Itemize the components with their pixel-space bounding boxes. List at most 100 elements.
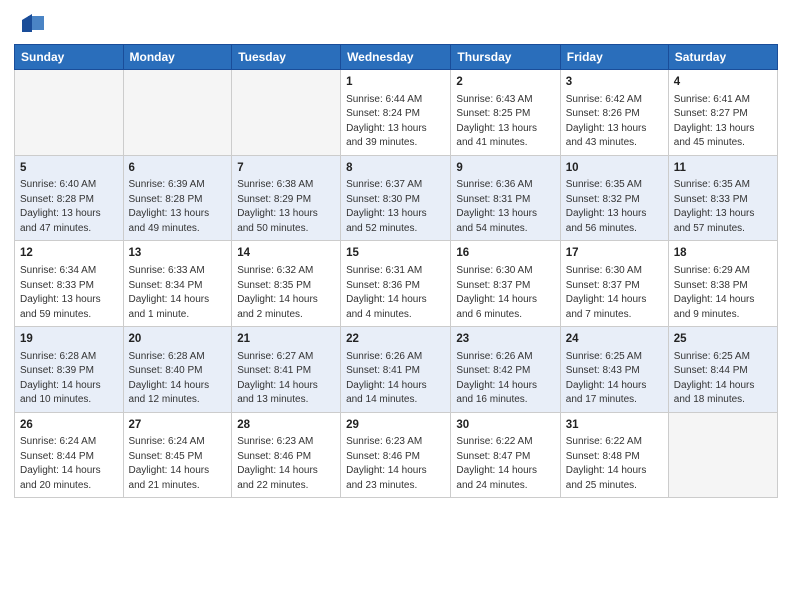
calendar-cell: 8Sunrise: 6:37 AMSunset: 8:30 PMDaylight…	[341, 155, 451, 241]
weekday-header-friday: Friday	[560, 45, 668, 70]
day-number: 1	[346, 74, 445, 91]
calendar-cell: 12 Sunrise: 6:34 AMSunset: 8:33 PMDayligh…	[15, 241, 124, 327]
day-info: Sunrise: 6:24 AMSunset: 8:45 PMDaylight:…	[129, 435, 227, 493]
calendar-cell	[123, 70, 232, 156]
calendar-cell: 6Sunrise: 6:39 AMSunset: 8:28 PMDaylight…	[123, 155, 232, 241]
calendar-header: SundayMondayTuesdayWednesdayThursdayFrid…	[15, 45, 778, 70]
day-number: 11	[674, 160, 772, 177]
day-info: Sunrise: 6:23 AMSunset: 8:46 PMDaylight:…	[237, 435, 335, 493]
day-info: Sunrise: 6:41 AMSunset: 8:27 PMDaylight:…	[674, 93, 772, 151]
day-number: 8	[346, 160, 445, 177]
calendar-cell: 9Sunrise: 6:36 AMSunset: 8:31 PMDaylight…	[451, 155, 560, 241]
day-number: 29	[346, 417, 445, 434]
weekday-header-saturday: Saturday	[668, 45, 777, 70]
day-info: Sunrise: 6:24 AMSunset: 8:44 PMDaylight:…	[20, 435, 118, 493]
calendar-cell: 29Sunrise: 6:23 AMSunset: 8:46 PMDayligh…	[341, 412, 451, 498]
calendar-cell: 22 Sunrise: 6:26 AMSunset: 8:41 PMDayligh…	[341, 327, 451, 413]
day-info: Sunrise: 6:30 AMSunset: 8:37 PMDaylight:…	[566, 264, 663, 322]
day-number: 9	[456, 160, 554, 177]
calendar-cell: 30Sunrise: 6:22 AMSunset: 8:47 PMDayligh…	[451, 412, 560, 498]
day-info: Sunrise: 6:39 AMSunset: 8:28 PMDaylight:…	[129, 178, 227, 236]
calendar-week-2: 5Sunrise: 6:40 AMSunset: 8:28 PMDaylight…	[15, 155, 778, 241]
calendar-cell: 15Sunrise: 6:31 AMSunset: 8:36 PMDayligh…	[341, 241, 451, 327]
calendar-cell: 24Sunrise: 6:25 AMSunset: 8:43 PMDayligh…	[560, 327, 668, 413]
day-number: 28	[237, 417, 335, 434]
calendar-cell: 2Sunrise: 6:43 AMSunset: 8:25 PMDaylight…	[451, 70, 560, 156]
day-number: 15	[346, 245, 445, 262]
day-number: 17	[566, 245, 663, 262]
calendar-cell: 10Sunrise: 6:35 AMSunset: 8:32 PMDayligh…	[560, 155, 668, 241]
day-number: 14	[237, 245, 335, 262]
weekday-header-monday: Monday	[123, 45, 232, 70]
day-number: 10	[566, 160, 663, 177]
weekday-header-thursday: Thursday	[451, 45, 560, 70]
day-info: Sunrise: 6:28 AMSunset: 8:39 PMDaylight:…	[20, 350, 118, 408]
calendar-cell: 18Sunrise: 6:29 AMSunset: 8:38 PMDayligh…	[668, 241, 777, 327]
day-info: Sunrise: 6:22 AMSunset: 8:48 PMDaylight:…	[566, 435, 663, 493]
logo-icon	[18, 10, 46, 38]
day-info: Sunrise: 6:36 AMSunset: 8:31 PMDaylight:…	[456, 178, 554, 236]
day-info: Sunrise: 6:32 AMSunset: 8:35 PMDaylight:…	[237, 264, 335, 322]
day-number: 4	[674, 74, 772, 91]
calendar-cell: 4 Sunrise: 6:41 AMSunset: 8:27 PMDaylight…	[668, 70, 777, 156]
day-info: Sunrise: 6:23 AMSunset: 8:46 PMDaylight:…	[346, 435, 445, 493]
calendar-cell: 3 Sunrise: 6:42 AMSunset: 8:26 PMDaylight…	[560, 70, 668, 156]
day-number: 7	[237, 160, 335, 177]
day-number: 16	[456, 245, 554, 262]
day-info: Sunrise: 6:44 AMSunset: 8:24 PMDaylight:…	[346, 93, 445, 151]
weekday-header-wednesday: Wednesday	[341, 45, 451, 70]
day-info: Sunrise: 6:34 AMSunset: 8:33 PMDaylight:…	[20, 264, 118, 322]
day-info: Sunrise: 6:25 AMSunset: 8:44 PMDaylight:…	[674, 350, 772, 408]
day-info: Sunrise: 6:27 AMSunset: 8:41 PMDaylight:…	[237, 350, 335, 408]
calendar-cell: 11Sunrise: 6:35 AMSunset: 8:33 PMDayligh…	[668, 155, 777, 241]
logo	[14, 10, 46, 38]
day-number: 31	[566, 417, 663, 434]
day-info: Sunrise: 6:40 AMSunset: 8:28 PMDaylight:…	[20, 178, 118, 236]
calendar-cell: 27Sunrise: 6:24 AMSunset: 8:45 PMDayligh…	[123, 412, 232, 498]
calendar-cell: 5Sunrise: 6:40 AMSunset: 8:28 PMDaylight…	[15, 155, 124, 241]
calendar-cell: 26Sunrise: 6:24 AMSunset: 8:44 PMDayligh…	[15, 412, 124, 498]
day-number: 30	[456, 417, 554, 434]
page: SundayMondayTuesdayWednesdayThursdayFrid…	[0, 0, 792, 612]
day-number: 5	[20, 160, 118, 177]
day-number: 22	[346, 331, 445, 348]
calendar-cell: 28Sunrise: 6:23 AMSunset: 8:46 PMDayligh…	[232, 412, 341, 498]
day-info: Sunrise: 6:28 AMSunset: 8:40 PMDaylight:…	[129, 350, 227, 408]
day-info: Sunrise: 6:38 AMSunset: 8:29 PMDaylight:…	[237, 178, 335, 236]
weekday-header-tuesday: Tuesday	[232, 45, 341, 70]
day-number: 19	[20, 331, 118, 348]
calendar-cell	[668, 412, 777, 498]
day-info: Sunrise: 6:26 AMSunset: 8:41 PMDaylight:…	[346, 350, 445, 408]
day-number: 21	[237, 331, 335, 348]
calendar-cell: 14 Sunrise: 6:32 AMSunset: 8:35 PMDayligh…	[232, 241, 341, 327]
calendar-cell: 19 Sunrise: 6:28 AMSunset: 8:39 PMDayligh…	[15, 327, 124, 413]
day-info: Sunrise: 6:43 AMSunset: 8:25 PMDaylight:…	[456, 93, 554, 151]
calendar-week-3: 12 Sunrise: 6:34 AMSunset: 8:33 PMDayligh…	[15, 241, 778, 327]
day-info: Sunrise: 6:30 AMSunset: 8:37 PMDaylight:…	[456, 264, 554, 322]
calendar-cell: 31Sunrise: 6:22 AMSunset: 8:48 PMDayligh…	[560, 412, 668, 498]
calendar-cell	[232, 70, 341, 156]
calendar-table: SundayMondayTuesdayWednesdayThursdayFrid…	[14, 44, 778, 498]
calendar-body: 1 Sunrise: 6:44 AMSunset: 8:24 PMDaylight…	[15, 70, 778, 498]
day-number: 25	[674, 331, 772, 348]
day-info: Sunrise: 6:35 AMSunset: 8:32 PMDaylight:…	[566, 178, 663, 236]
calendar-cell: 17 Sunrise: 6:30 AMSunset: 8:37 PMDayligh…	[560, 241, 668, 327]
day-number: 13	[129, 245, 227, 262]
day-info: Sunrise: 6:22 AMSunset: 8:47 PMDaylight:…	[456, 435, 554, 493]
day-number: 12	[20, 245, 118, 262]
calendar-week-5: 26Sunrise: 6:24 AMSunset: 8:44 PMDayligh…	[15, 412, 778, 498]
calendar-cell	[15, 70, 124, 156]
day-number: 3	[566, 74, 663, 91]
weekday-row: SundayMondayTuesdayWednesdayThursdayFrid…	[15, 45, 778, 70]
weekday-header-sunday: Sunday	[15, 45, 124, 70]
day-number: 6	[129, 160, 227, 177]
calendar-cell: 23Sunrise: 6:26 AMSunset: 8:42 PMDayligh…	[451, 327, 560, 413]
calendar-week-1: 1 Sunrise: 6:44 AMSunset: 8:24 PMDaylight…	[15, 70, 778, 156]
calendar-cell: 25 Sunrise: 6:25 AMSunset: 8:44 PMDayligh…	[668, 327, 777, 413]
calendar-week-4: 19 Sunrise: 6:28 AMSunset: 8:39 PMDayligh…	[15, 327, 778, 413]
calendar-cell: 7Sunrise: 6:38 AMSunset: 8:29 PMDaylight…	[232, 155, 341, 241]
day-info: Sunrise: 6:42 AMSunset: 8:26 PMDaylight:…	[566, 93, 663, 151]
calendar-cell: 1 Sunrise: 6:44 AMSunset: 8:24 PMDaylight…	[341, 70, 451, 156]
day-number: 24	[566, 331, 663, 348]
day-number: 18	[674, 245, 772, 262]
